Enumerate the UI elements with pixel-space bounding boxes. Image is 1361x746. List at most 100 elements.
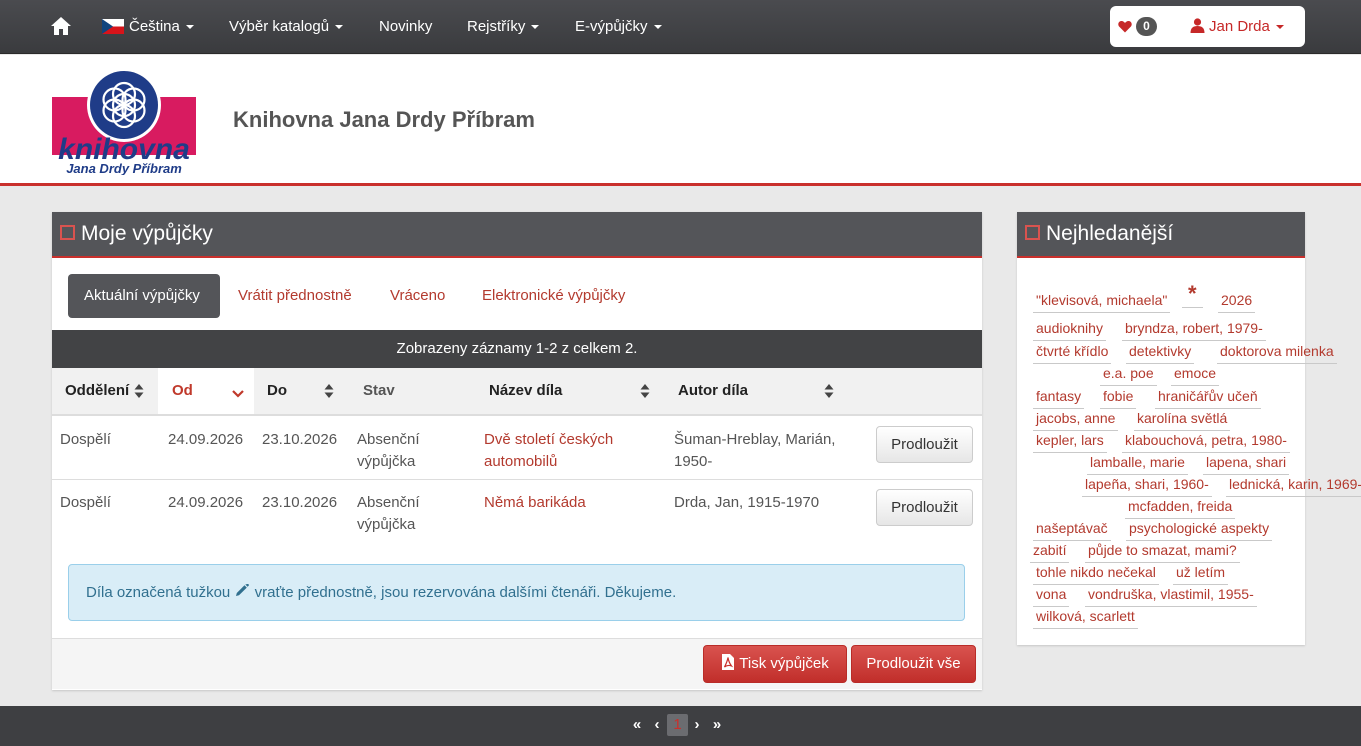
tag-link[interactable]: kepler, lars bbox=[1033, 431, 1107, 453]
tag-link[interactable]: zabití bbox=[1030, 541, 1070, 563]
eloans-menu[interactable]: E-výpůjčky bbox=[575, 0, 662, 54]
notice-text-after: vraťte přednostně, jsou rezervována dalš… bbox=[254, 584, 677, 601]
tag-link[interactable]: fobie bbox=[1100, 387, 1137, 409]
tag-link[interactable]: wilková, scarlett bbox=[1033, 607, 1138, 629]
tab-return-priority[interactable]: Vrátit přednostně bbox=[222, 274, 368, 318]
chevron-down-icon bbox=[335, 25, 344, 30]
catalogs-menu[interactable]: Výběr katalogů bbox=[229, 0, 344, 54]
cell-status: Absenční výpůjčka bbox=[357, 494, 420, 533]
indexes-menu[interactable]: Rejstříky bbox=[467, 0, 540, 54]
loans-panel-title: Moje výpůjčky bbox=[81, 222, 213, 245]
tag-link[interactable]: čtvrté křídlo bbox=[1033, 342, 1112, 364]
czech-flag-icon bbox=[102, 18, 124, 34]
column-header-title[interactable]: Název díla bbox=[476, 368, 664, 414]
tag-link[interactable]: tohle nikdo nečekal bbox=[1033, 563, 1159, 585]
cell-to: 23.10.2026 bbox=[262, 431, 338, 448]
sort-icon bbox=[134, 384, 144, 398]
user-box: 0 Jan Drda bbox=[1110, 6, 1305, 47]
tag-link[interactable]: lapena, shari bbox=[1203, 453, 1290, 475]
tag-link[interactable]: fantasy bbox=[1033, 387, 1085, 409]
tab-returned[interactable]: Vráceno bbox=[374, 274, 461, 318]
user-menu[interactable]: Jan Drda bbox=[1190, 6, 1284, 47]
tag-link[interactable]: lamballe, marie bbox=[1087, 453, 1188, 475]
svg-text:Jana Drdy Příbram: Jana Drdy Příbram bbox=[66, 161, 182, 175]
print-loans-label: Tisk výpůjček bbox=[739, 655, 829, 672]
tag-link[interactable]: vona bbox=[1033, 585, 1070, 607]
tag-link[interactable]: audioknihy bbox=[1033, 319, 1106, 341]
tab-current-loans[interactable]: Aktuální výpůjčky bbox=[68, 274, 220, 318]
cell-from: 24.09.2026 bbox=[168, 494, 244, 511]
tag-link[interactable]: 2026 bbox=[1218, 291, 1256, 313]
tab-electronic-loans[interactable]: Elektronické výpůjčky bbox=[466, 274, 641, 318]
prev-page-button[interactable]: ‹ bbox=[650, 714, 664, 736]
cell-title-link[interactable]: Němá barikáda bbox=[484, 492, 659, 514]
eloans-label: E-výpůjčky bbox=[575, 18, 648, 35]
tag-link[interactable]: vondruška, vlastimil, 1955- bbox=[1085, 585, 1257, 607]
tag-link[interactable]: lapeña, shari, 1960- bbox=[1082, 475, 1212, 497]
column-header-to[interactable]: Do bbox=[254, 368, 350, 414]
cell-author: Šuman-Hreblay, Marián, 1950- bbox=[674, 431, 836, 470]
panel-square-icon bbox=[60, 224, 75, 240]
next-page-button[interactable]: › bbox=[690, 714, 704, 736]
chevron-down-icon bbox=[1275, 25, 1284, 30]
tag-link[interactable]: hraničářův učeň bbox=[1155, 387, 1261, 409]
tag-link[interactable]: našeptávač bbox=[1033, 519, 1111, 541]
tag-link[interactable]: půjde to smazat, mami? bbox=[1085, 541, 1240, 563]
sort-desc-icon bbox=[232, 390, 244, 398]
pdf-icon bbox=[722, 654, 735, 671]
column-header-status: Stav bbox=[363, 382, 395, 399]
column-header-from[interactable]: Od bbox=[158, 368, 254, 414]
pencil-icon bbox=[236, 584, 250, 597]
tag-link[interactable]: psychologické aspekty bbox=[1126, 519, 1273, 541]
records-summary: Zobrazeny záznamy 1-2 z celkem 2. bbox=[52, 330, 982, 368]
column-header-author[interactable]: Autor díla bbox=[664, 368, 844, 414]
cell-from: 24.09.2026 bbox=[168, 431, 244, 448]
cell-author: Drda, Jan, 1915-1970 bbox=[674, 494, 820, 511]
renew-all-button[interactable]: Prodloužit vše bbox=[851, 645, 976, 683]
cell-department: Dospělí bbox=[60, 494, 111, 511]
panel-square-icon bbox=[1025, 224, 1040, 240]
favorites-count: 0 bbox=[1136, 16, 1157, 36]
tag-link[interactable]: emoce bbox=[1171, 364, 1220, 386]
tag-link[interactable]: už letím bbox=[1173, 563, 1229, 585]
popular-panel-header: Nejhledanější bbox=[1017, 212, 1305, 258]
chevron-down-icon bbox=[185, 25, 194, 30]
first-page-button[interactable]: « bbox=[629, 714, 645, 736]
renew-button[interactable]: Prodloužit bbox=[876, 489, 973, 526]
tag-link[interactable]: e.a. poe bbox=[1100, 364, 1157, 386]
tag-link[interactable]: lednická, karin, 1969- bbox=[1226, 475, 1361, 497]
language-menu[interactable]: Čeština bbox=[102, 0, 194, 54]
sort-icon bbox=[640, 384, 650, 398]
current-page[interactable]: 1 bbox=[667, 714, 688, 736]
last-page-button[interactable]: » bbox=[709, 714, 725, 736]
column-header-department[interactable]: Oddělení bbox=[52, 368, 158, 414]
sort-icon bbox=[824, 384, 834, 398]
cell-title-link[interactable]: Dvě století českých automobilů bbox=[484, 429, 659, 473]
tag-link[interactable]: doktorova milenka bbox=[1217, 342, 1337, 364]
tag-link[interactable]: jacobs, anne bbox=[1033, 409, 1119, 431]
print-loans-button[interactable]: Tisk výpůjček bbox=[703, 645, 847, 683]
tag-link[interactable]: klabouchová, petra, 1980- bbox=[1122, 431, 1290, 453]
favorites-link[interactable]: 0 bbox=[1118, 6, 1157, 47]
renew-button[interactable]: Prodloužit bbox=[876, 426, 973, 463]
top-navbar: Čeština Výběr katalogů Novinky Rejstříky… bbox=[0, 0, 1361, 54]
tag-link[interactable]: karolína světlá bbox=[1134, 409, 1231, 431]
loans-panel-footer: Tisk výpůjček Prodloužit vše bbox=[52, 638, 982, 689]
tag-link[interactable]: mcfadden, freida bbox=[1125, 497, 1236, 519]
indexes-label: Rejstříky bbox=[467, 18, 526, 35]
heart-icon bbox=[1118, 20, 1132, 33]
library-logo[interactable]: knihovna Jana Drdy Příbram bbox=[52, 67, 196, 175]
loans-panel-header: Moje výpůjčky bbox=[52, 212, 982, 258]
sort-icon bbox=[324, 384, 334, 398]
pagination-bar: « ‹ 1 › » bbox=[0, 706, 1361, 746]
news-link[interactable]: Novinky bbox=[379, 0, 432, 54]
priority-return-notice: Díla označená tužkou vraťte přednostně, … bbox=[68, 564, 965, 621]
tag-link[interactable]: bryndza, robert, 1979- bbox=[1122, 319, 1266, 341]
home-icon[interactable] bbox=[50, 16, 72, 36]
tag-link[interactable]: "klevisová, michaela" bbox=[1033, 291, 1171, 313]
tag-link[interactable]: * bbox=[1182, 283, 1203, 308]
popular-panel-title: Nejhledanější bbox=[1046, 222, 1174, 245]
tag-link[interactable]: detektivky bbox=[1126, 342, 1195, 364]
site-header: knihovna Jana Drdy Příbram Knihovna Jana… bbox=[0, 55, 1361, 186]
cell-department: Dospělí bbox=[60, 431, 111, 448]
